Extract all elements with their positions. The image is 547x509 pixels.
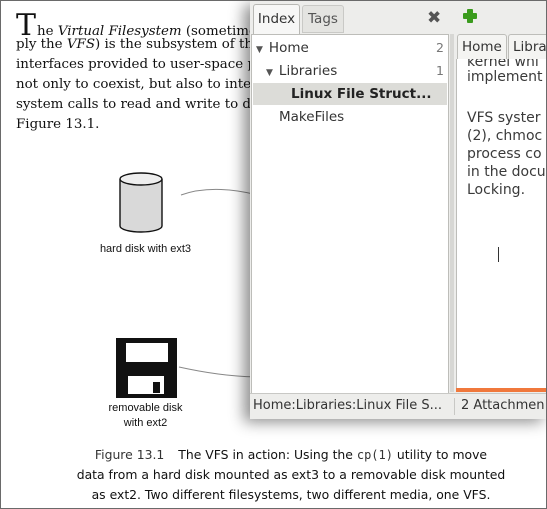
note-tree: ▼ Home 2 ▼ Libraries 1 Linux File Struct..…	[251, 34, 449, 394]
caption-text: The VFS in action: Using the	[178, 447, 357, 462]
editor-line: in the docu	[467, 164, 546, 180]
screen: The Virtual Filesystem (sometimes ply th…	[0, 0, 547, 509]
tree-item-label: Linux File Struct...	[291, 86, 432, 102]
caption-code: cp(1)	[356, 448, 393, 462]
tab-libraries[interactable]: Libra	[508, 34, 546, 60]
figure-number: Figure 13.1	[94, 447, 165, 462]
floppy-disk-icon	[116, 338, 177, 398]
figure-caption: Figure 13.1 The VFS in action: Using the …	[41, 445, 541, 505]
floppy-label: removable disk with ext2	[93, 401, 198, 431]
expander-down-icon[interactable]: ▼	[266, 68, 273, 78]
editor-line: Locking.	[467, 182, 526, 198]
editor-accent-bar	[456, 388, 546, 392]
tree-item-label: Libraries	[278, 63, 338, 79]
tree-item-count: 1	[436, 63, 444, 78]
tree-item-label: MakeFiles	[279, 109, 345, 125]
caption-text: as ext2. Two different filesystems, two …	[91, 487, 491, 502]
tab-home[interactable]: Home	[457, 34, 507, 60]
editor-line: VFS syster	[467, 110, 541, 126]
tree-item-libraries[interactable]: ▼ Libraries 1	[266, 60, 446, 82]
tree-item-home[interactable]: ▼ Home 2	[256, 37, 446, 59]
sidebar-tabbar: Index Tags ✖	[250, 1, 456, 34]
add-icon[interactable]	[461, 7, 479, 25]
hard-disk-icon	[119, 172, 163, 233]
tree-item-count: 2	[436, 40, 444, 55]
status-separator	[454, 398, 455, 415]
caption-text: data from a hard disk mounted as ext3 to…	[76, 467, 506, 482]
caption-text: utility to move	[392, 447, 488, 462]
floppy-label-line: with ext2	[123, 417, 168, 429]
editor-line: implement	[467, 69, 543, 85]
status-path: Home:Libraries:Linux File S...	[253, 398, 442, 413]
note-editor[interactable]: kernel whi implement VFS syster (2), chm…	[456, 59, 546, 389]
tab-index[interactable]: Index	[253, 4, 300, 34]
editor-line: process co	[467, 146, 542, 162]
hard-disk-label: hard disk with ext3	[99, 243, 192, 255]
text-caret	[498, 247, 499, 262]
notes-window: Index Tags ✖ ▼ Home 2 ▼ Libraries 1 Linux …	[250, 1, 546, 419]
close-icon[interactable]: ✖	[427, 8, 441, 28]
expander-down-icon[interactable]: ▼	[256, 45, 263, 55]
pane-splitter[interactable]	[450, 34, 454, 392]
editor-line: (2), chmoc	[467, 128, 543, 144]
tree-item-label: Home	[268, 40, 309, 56]
floppy-label-line: removable disk	[108, 402, 183, 414]
status-attachments[interactable]: 2 Attachmen	[461, 394, 545, 418]
tree-item-makefiles[interactable]: MakeFiles	[279, 106, 439, 128]
tree-item-linux-file-structure[interactable]: Linux File Struct...	[253, 83, 447, 105]
tab-tags[interactable]: Tags	[302, 5, 344, 33]
status-bar: Home:Libraries:Linux File S... 2 Attachm…	[250, 393, 546, 419]
